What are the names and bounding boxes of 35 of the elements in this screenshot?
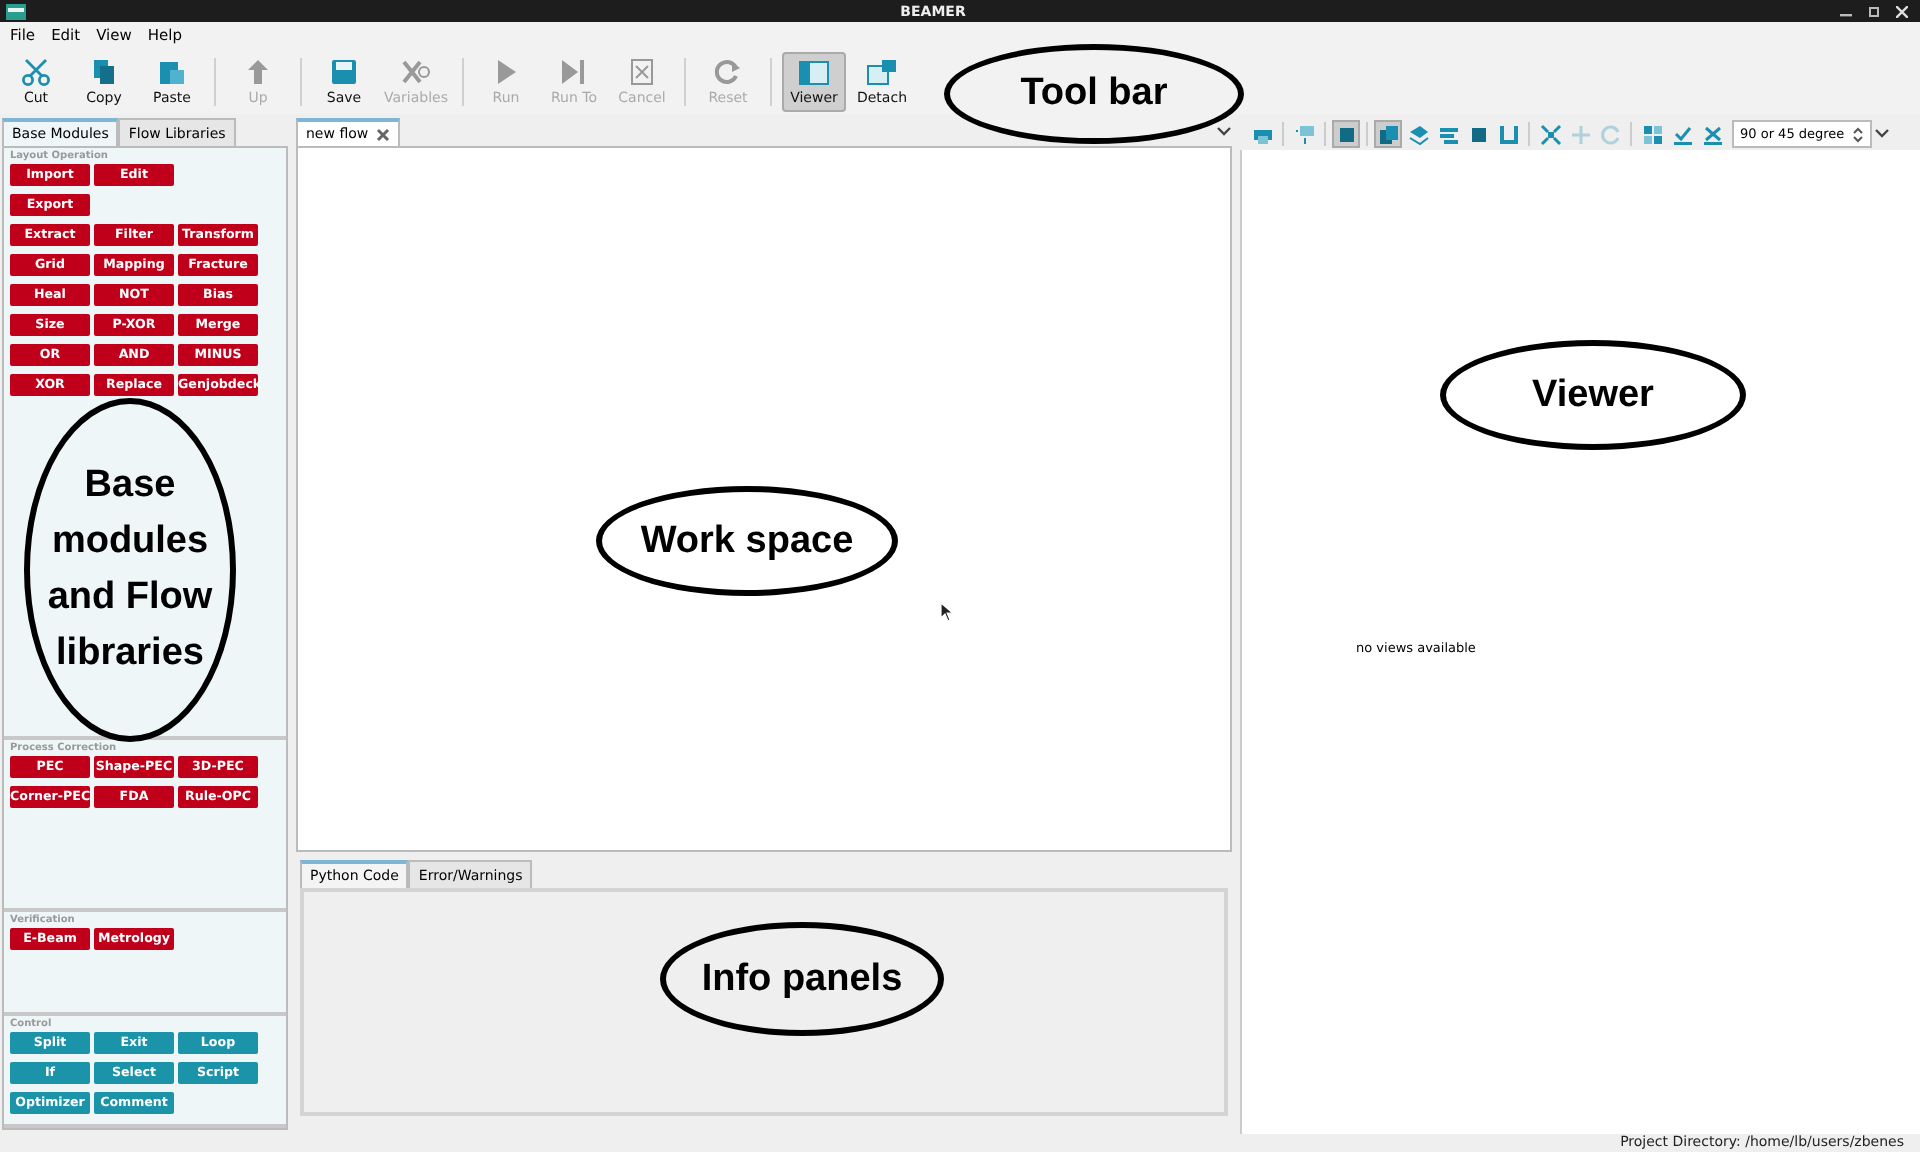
save-icon bbox=[328, 57, 360, 85]
copy-icon bbox=[88, 57, 120, 85]
reset-icon bbox=[712, 57, 744, 85]
close-icon[interactable] bbox=[376, 127, 391, 141]
lines-icon bbox=[1437, 123, 1459, 145]
u-shape-icon bbox=[1497, 123, 1519, 145]
callout-label: Base modules and Flow libraries bbox=[24, 398, 236, 742]
variables-icon bbox=[400, 57, 432, 85]
maximize-icon[interactable] bbox=[1868, 5, 1880, 17]
mouse-pointer-icon bbox=[940, 602, 954, 622]
viewer-tool-button[interactable] bbox=[1536, 120, 1564, 148]
spin-arrows-icon[interactable] bbox=[1852, 125, 1865, 143]
fit-icon bbox=[1539, 123, 1561, 145]
detach-window-icon bbox=[866, 57, 898, 85]
rotate-icon bbox=[1599, 123, 1621, 145]
viewer-tool-button[interactable] bbox=[1404, 120, 1432, 148]
stack-icon bbox=[1377, 123, 1399, 145]
chevron-down-icon[interactable] bbox=[1216, 126, 1232, 138]
scissors-icon bbox=[20, 57, 52, 85]
move-icon bbox=[1569, 123, 1591, 145]
grid-icon bbox=[1641, 123, 1663, 145]
viewer-tool-button[interactable] bbox=[1638, 120, 1666, 148]
cross-icon bbox=[1701, 123, 1723, 145]
chevron-down-icon[interactable] bbox=[1874, 128, 1891, 140]
cancel-icon bbox=[626, 57, 658, 85]
paste-icon bbox=[156, 57, 188, 85]
window-icon bbox=[798, 57, 830, 85]
viewer-tool-button[interactable] bbox=[1494, 120, 1522, 148]
layers-icon bbox=[1407, 123, 1429, 145]
square-icon bbox=[1467, 123, 1489, 145]
viewer-tool-button[interactable] bbox=[1332, 120, 1360, 148]
viewer-tool-button[interactable] bbox=[1374, 120, 1402, 148]
check-icon bbox=[1671, 123, 1693, 145]
square-icon bbox=[1335, 123, 1357, 145]
step-icon bbox=[558, 57, 590, 85]
